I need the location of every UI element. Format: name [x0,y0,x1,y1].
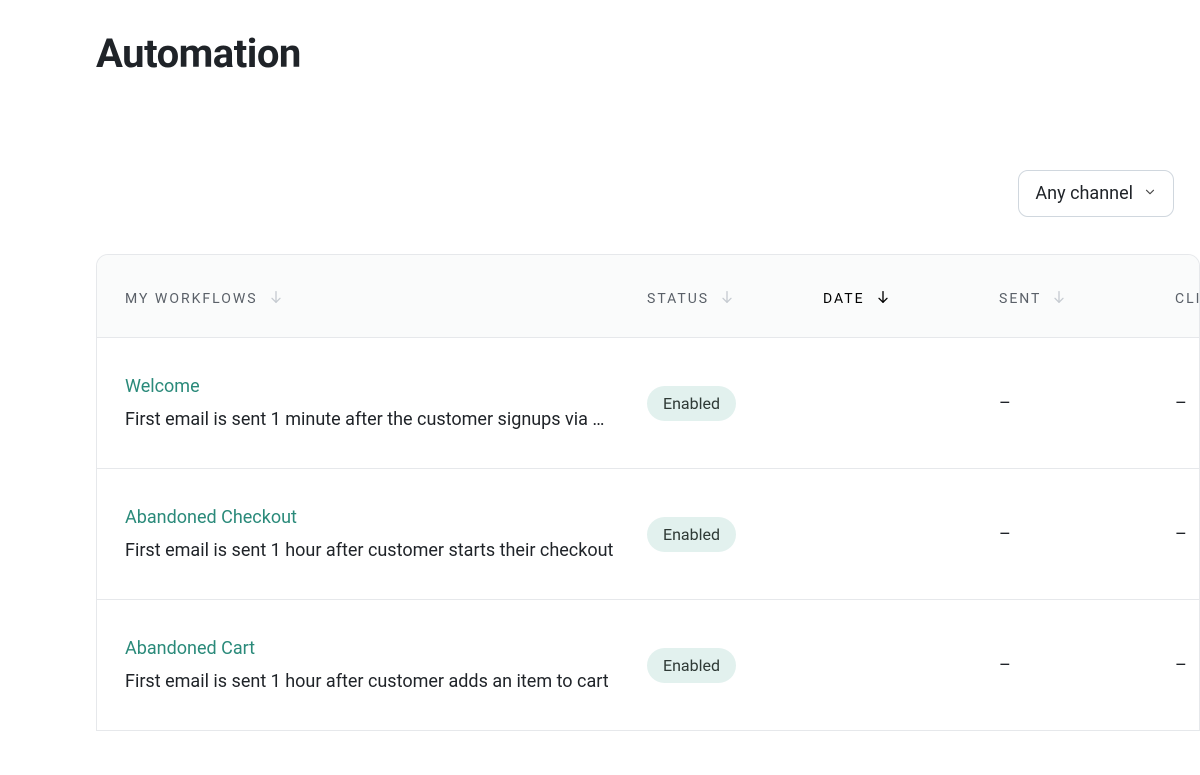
channel-filter-dropdown[interactable]: Any channel [1018,170,1174,217]
sent-cell: – [999,655,1011,676]
workflow-name-link[interactable]: Abandoned Checkout [125,507,297,528]
column-header-sent[interactable]: Sent [999,289,1175,309]
column-header-workflows-label: My Workflows [125,291,258,307]
column-header-sent-label: Sent [999,291,1041,307]
workflows-table: My Workflows Status Date [96,254,1200,731]
arrow-down-icon [1051,289,1067,309]
click-cell: – [1175,524,1187,545]
column-header-status-label: Status [647,291,709,307]
sent-cell: – [999,393,1011,414]
arrow-down-icon [875,289,891,309]
table-row: Abandoned Checkout First email is sent 1… [97,469,1199,600]
status-badge: Enabled [647,648,736,683]
sent-cell: – [999,524,1011,545]
column-header-click-label: CLI [1175,291,1200,307]
status-badge: Enabled [647,517,736,552]
click-cell: – [1175,655,1187,676]
column-header-click[interactable]: CLI [1175,291,1200,307]
table-header: My Workflows Status Date [97,255,1199,338]
column-header-date-label: Date [823,291,865,307]
workflow-description: First email is sent 1 minute after the c… [125,409,615,430]
arrow-down-icon [268,289,284,309]
workflow-description: First email is sent 1 hour after custome… [125,671,615,692]
chevron-down-icon [1143,183,1157,204]
column-header-date[interactable]: Date [823,289,999,309]
workflow-name-link[interactable]: Welcome [125,376,200,397]
table-row: Welcome First email is sent 1 minute aft… [97,338,1199,469]
workflow-name-link[interactable]: Abandoned Cart [125,638,255,659]
column-header-workflows[interactable]: My Workflows [125,289,647,309]
click-cell: – [1175,393,1187,414]
workflow-description: First email is sent 1 hour after custome… [125,540,615,561]
table-row: Abandoned Cart First email is sent 1 hou… [97,600,1199,730]
arrow-down-icon [719,289,735,309]
page-title: Automation [96,30,301,77]
status-badge: Enabled [647,386,736,421]
column-header-status[interactable]: Status [647,289,823,309]
channel-filter-label: Any channel [1035,183,1133,204]
table-body: Welcome First email is sent 1 minute aft… [97,338,1199,730]
